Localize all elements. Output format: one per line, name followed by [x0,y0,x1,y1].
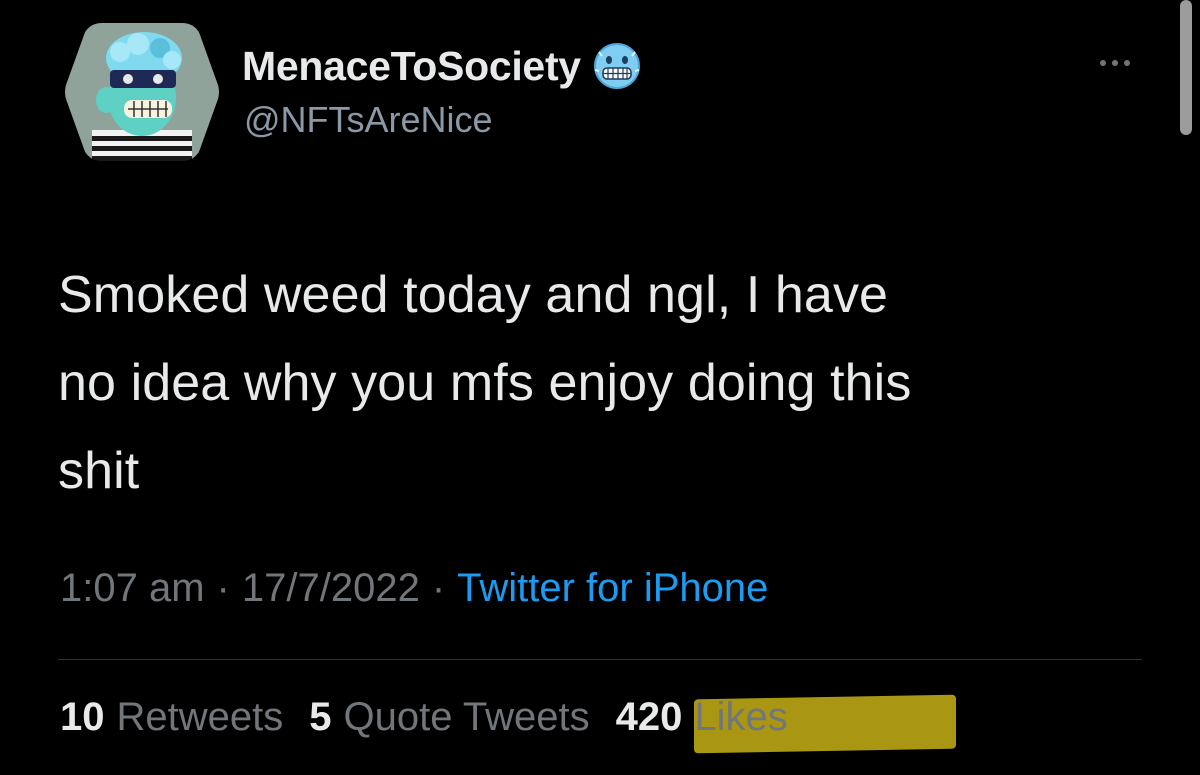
scrollbar[interactable] [1180,0,1192,135]
cold-face-emoji-icon [593,43,640,89]
quote-tweets-stat[interactable]: 5 Quote Tweets [309,695,589,740]
tweet-meta: 1:07 am · 17/7/2022 · Twitter for iPhone [60,566,768,611]
ape-nft-avatar-icon [63,21,221,163]
retweets-count: 10 [60,695,105,739]
tweet-detail: MenaceToSociety @NFTsAreNice Smoked weed… [0,0,1200,775]
display-name[interactable]: MenaceToSociety [242,43,581,90]
author-name-row[interactable]: MenaceToSociety [242,38,643,94]
retweets-label: Retweets [116,695,284,739]
avatar[interactable] [62,18,222,166]
likes-label: Likes [694,695,788,739]
tweet-source-link[interactable]: Twitter for iPhone [457,566,768,611]
tweet-text-line: no idea why you mfs enjoy doing this [58,354,912,412]
tweet-text: Smoked weed today and ngl, I have no ide… [58,251,1138,515]
tweet-text-line: shit [58,442,140,500]
quote-tweets-label: Quote Tweets [343,695,590,739]
dot-icon [1100,60,1106,66]
quote-tweets-count: 5 [309,695,332,739]
tweet-stats: 10 Retweets 5 Quote Tweets 420 Likes [60,695,814,740]
tweet-time[interactable]: 1:07 am [60,566,205,611]
tweet-text-line: Smoked weed today and ngl, I have [58,266,889,324]
author-handle[interactable]: @NFTsAreNice [244,99,493,141]
meta-separator: · [216,566,230,610]
likes-stat[interactable]: 420 Likes [616,695,788,740]
tweet-date[interactable]: 17/7/2022 [242,566,420,611]
divider [58,659,1142,660]
meta-separator: · [431,566,446,610]
more-options-button[interactable] [1088,48,1142,78]
likes-count: 420 [615,695,683,739]
retweets-stat[interactable]: 10 Retweets [60,695,283,740]
dot-icon [1112,60,1118,66]
dot-icon [1124,60,1130,66]
